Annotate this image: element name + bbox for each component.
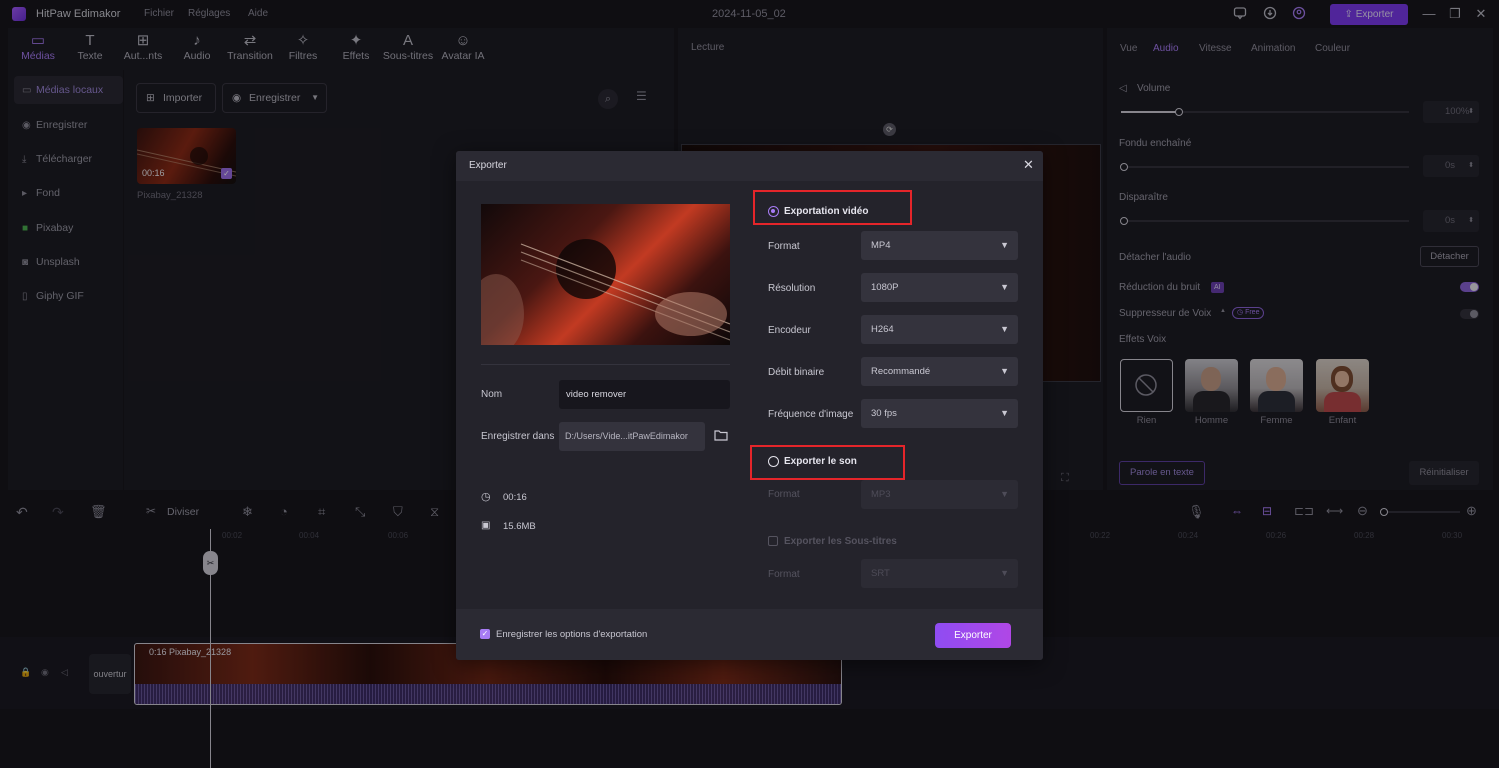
format-value: MP4 [871,240,891,251]
chevron-down-icon: ▼ [1000,408,1009,418]
chevron-down-icon: ▼ [1000,366,1009,376]
subs-format-label: Format [768,569,800,580]
save-options-label[interactable]: Enregistrer les options d'exportation [496,629,647,640]
subs-format-select[interactable]: SRT ▼ [861,559,1018,588]
duration-value: 00:16 [503,492,527,503]
audio-format-value: MP3 [871,489,891,500]
video-export-radio[interactable] [768,206,779,217]
bitrate-label: Débit binaire [768,367,825,378]
save-path-value: D:/Users/Vide...itPawEdimakor [565,431,688,441]
bitrate-select[interactable]: Recommandé ▼ [861,357,1018,386]
export-button[interactable]: Exporter [935,623,1011,648]
dialog-footer: ✓ Enregistrer les options d'exportation … [456,609,1043,660]
app-window: HitPaw Edimakor Fichier Réglages Aide 20… [0,0,1499,768]
dialog-header: Exporter ✕ [456,151,1043,181]
save-path-field[interactable]: D:/Users/Vide...itPawEdimakor [559,422,705,451]
audio-export-label[interactable]: Exporter le son [784,456,857,467]
clock-icon: ◷ [481,491,491,503]
audio-format-label: Format [768,489,800,500]
divider [481,364,730,365]
chevron-down-icon: ▼ [1000,489,1009,499]
chevron-down-icon: ▼ [1000,282,1009,292]
encoder-select[interactable]: H264 ▼ [861,315,1018,344]
size-value: 15.6MB [503,521,536,532]
chevron-down-icon: ▼ [1000,324,1009,334]
resolution-label: Résolution [768,283,816,294]
framerate-label: Fréquence d'image [768,409,854,420]
dialog-title: Exporter [469,160,507,171]
name-label: Nom [481,389,503,400]
audio-export-radio[interactable] [768,456,779,467]
chevron-down-icon: ▼ [1000,240,1009,250]
resolution-value: 1080P [871,282,899,293]
subtitles-checkbox[interactable] [768,536,778,546]
framerate-value: 30 fps [871,408,897,419]
framerate-select[interactable]: 30 fps ▼ [861,399,1018,428]
name-value: video remover [566,389,627,400]
subtitles-label[interactable]: Exporter les Sous-titres [784,536,897,547]
save-in-label: Enregistrer dans [481,431,555,442]
format-label: Format [768,241,800,252]
subs-format-value: SRT [871,568,890,579]
audio-format-select[interactable]: MP3 ▼ [861,480,1018,509]
name-input[interactable]: video remover [559,380,730,409]
close-icon[interactable]: ✕ [1023,157,1034,173]
file-size-icon: ▣ [481,520,491,531]
bitrate-value: Recommandé [871,366,931,377]
format-select[interactable]: MP4 ▼ [861,231,1018,260]
resolution-select[interactable]: 1080P ▼ [861,273,1018,302]
export-button-label: Exporter [954,630,992,641]
folder-icon[interactable] [714,429,728,444]
video-export-label[interactable]: Exportation vidéo [784,206,868,217]
export-dialog: Exporter ✕ Nom video remover Enregistrer… [456,151,1043,660]
export-preview-thumbnail [481,204,730,345]
save-options-checkbox[interactable]: ✓ [480,629,490,639]
encoder-label: Encodeur [768,325,811,336]
chevron-down-icon: ▼ [1000,568,1009,578]
encoder-value: H264 [871,324,894,335]
